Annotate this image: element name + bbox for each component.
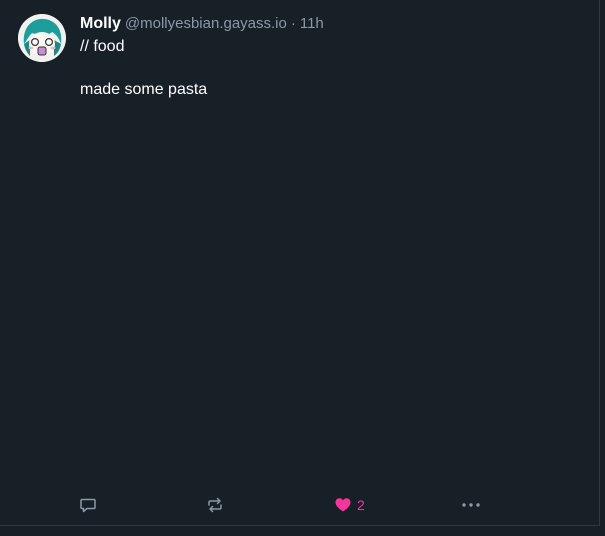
like-count: 2 bbox=[357, 497, 365, 513]
more-options-button[interactable] bbox=[461, 494, 481, 516]
reply-button[interactable] bbox=[79, 494, 97, 516]
speech-bubble-icon bbox=[80, 498, 96, 513]
avatar[interactable] bbox=[18, 14, 66, 62]
header-separator: · bbox=[290, 15, 296, 32]
author-handle[interactable]: @mollyesbian.gayass.io bbox=[125, 15, 287, 32]
ellipsis-icon bbox=[462, 503, 480, 507]
post-timestamp[interactable]: 11h bbox=[300, 15, 324, 32]
author-name[interactable]: Molly bbox=[80, 15, 121, 33]
post-header: Molly @mollyesbian.gayass.io · 11h bbox=[80, 15, 324, 35]
post-content-line: made some pasta bbox=[80, 81, 208, 98]
boost-button[interactable] bbox=[206, 494, 224, 516]
like-button[interactable]: 2 bbox=[334, 494, 365, 516]
heart-icon bbox=[335, 498, 351, 512]
post-action-bar: 2 bbox=[0, 494, 600, 516]
repost-icon bbox=[208, 497, 222, 513]
post-content-line: // food bbox=[80, 38, 125, 55]
avatar-image bbox=[18, 14, 66, 62]
post-card[interactable]: Molly @mollyesbian.gayass.io · 11h // fo… bbox=[0, 0, 600, 526]
